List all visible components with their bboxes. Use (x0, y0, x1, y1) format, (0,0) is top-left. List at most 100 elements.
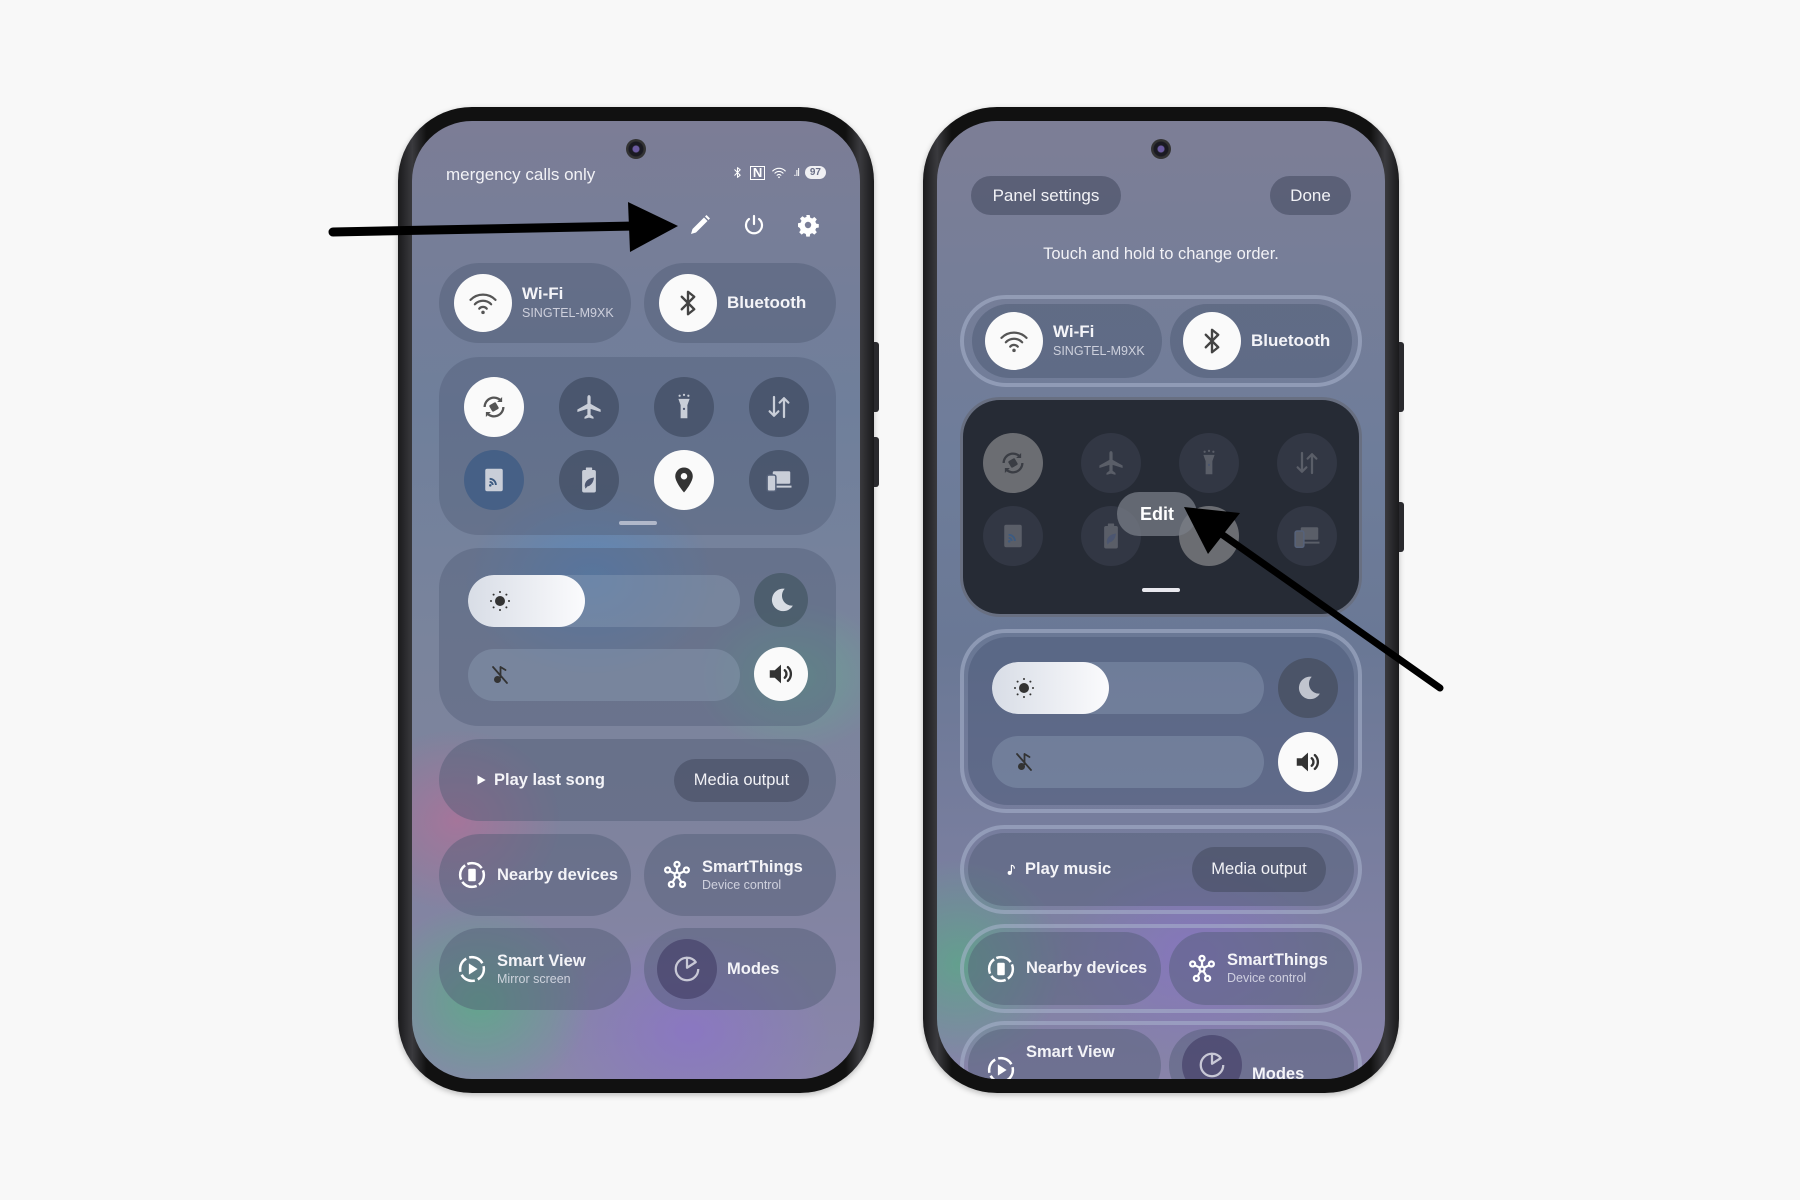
airplane-icon (574, 392, 604, 422)
expand-handle[interactable] (618, 521, 657, 525)
volume-button (1399, 342, 1404, 412)
quick-toggles-panel (439, 357, 836, 535)
smartthings-tile[interactable]: SmartThings Device control (1169, 932, 1354, 1005)
side-button (1399, 502, 1404, 552)
media-tile: Play last song Media output (439, 739, 836, 821)
bluetooth-tile[interactable]: Bluetooth (1170, 304, 1352, 378)
nearby-devices-tile[interactable]: Nearby devices (968, 932, 1161, 1005)
sound-mode-button[interactable] (754, 647, 808, 701)
modes-toggle[interactable] (657, 939, 717, 999)
battery-indicator: 97 (804, 166, 826, 179)
wifi-tile[interactable]: Wi-Fi SINGTEL-M9XK (972, 304, 1162, 378)
quick-toggles-panel-selected[interactable]: Edit (960, 397, 1362, 617)
volume-slider[interactable] (468, 649, 740, 701)
nearby-devices-tile[interactable]: Nearby devices (439, 834, 631, 916)
auto-rotate-icon (479, 392, 509, 422)
modes-label: Modes (727, 959, 780, 978)
wifi-tile[interactable]: Wi-Fi SINGTEL-M9XK (439, 263, 631, 343)
nfc-toggle[interactable] (464, 450, 524, 510)
modes-icon (1197, 1050, 1227, 1079)
bluetooth-label: Bluetooth (727, 292, 807, 312)
volume-slider[interactable] (992, 736, 1264, 788)
flashlight-toggle[interactable] (654, 377, 714, 437)
dark-mode-toggle[interactable] (754, 573, 808, 627)
smartthings-label: SmartThings (1227, 951, 1328, 970)
done-button[interactable]: Done (1270, 176, 1351, 215)
edit-pencil-icon[interactable] (688, 213, 712, 237)
expand-handle[interactable] (1142, 588, 1180, 592)
media-tile: Play music Media output (968, 833, 1354, 906)
edit-button[interactable]: Edit (1117, 492, 1197, 536)
location-toggle[interactable] (654, 450, 714, 510)
wifi-network-name: SINGTEL-M9XK (522, 305, 614, 320)
wifi-toggle[interactable] (985, 312, 1043, 370)
nfc-card-icon (998, 521, 1028, 551)
speaker-icon (1293, 747, 1323, 777)
smart-view-tile[interactable]: Smart View Mirror screen (439, 928, 631, 1010)
modes-icon (672, 954, 702, 984)
smartthings-tile[interactable]: SmartThings Device control (644, 834, 836, 916)
mobile-data-toggle[interactable] (1277, 433, 1337, 493)
wifi-toggle[interactable] (454, 274, 512, 332)
panel-settings-button[interactable]: Panel settings (971, 176, 1121, 215)
play-last-song[interactable]: Play last song (494, 771, 605, 790)
airplane-icon (1096, 448, 1126, 478)
music-note-icon (1005, 862, 1019, 878)
bluetooth-toggle[interactable] (1183, 312, 1241, 370)
mobile-data-toggle[interactable] (749, 377, 809, 437)
smart-view-tile[interactable]: Smart View (968, 1029, 1161, 1079)
sound-mode-button[interactable] (1278, 732, 1338, 792)
sliders-panel (439, 548, 836, 726)
auto-rotate-toggle[interactable] (464, 377, 524, 437)
flashlight-icon (669, 392, 699, 422)
carrier-status: mergency calls only (446, 165, 596, 184)
nearby-devices-icon (457, 860, 487, 890)
nearby-devices-label: Nearby devices (497, 865, 619, 884)
flashlight-toggle[interactable] (1179, 433, 1239, 493)
play-icon[interactable] (474, 773, 488, 787)
play-music[interactable]: Play music (1025, 860, 1111, 879)
bluetooth-tile[interactable]: Bluetooth (644, 263, 836, 343)
moon-icon (1293, 673, 1323, 703)
settings-gear-icon[interactable] (796, 213, 820, 237)
airplane-mode-toggle[interactable] (1081, 433, 1141, 493)
power-saving-toggle[interactable] (559, 450, 619, 510)
battery-leaf-icon (574, 465, 604, 495)
device-link-toggle[interactable] (749, 450, 809, 510)
airplane-mode-toggle[interactable] (559, 377, 619, 437)
status-icons: N .ıl 97 (731, 165, 826, 180)
flashlight-icon (1194, 448, 1224, 478)
signal-icon: .ıl (793, 166, 799, 179)
media-output-button[interactable]: Media output (1192, 847, 1326, 892)
annotation-layer (328, 202, 1444, 692)
moon-icon (766, 585, 796, 615)
brightness-slider[interactable] (468, 575, 740, 627)
modes-tile[interactable]: Modes (644, 928, 836, 1010)
brightness-fill (992, 662, 1109, 714)
sun-icon (488, 589, 512, 613)
header-actions (688, 213, 820, 237)
data-arrows-icon (764, 392, 794, 422)
modes-toggle[interactable] (1182, 1035, 1242, 1079)
bluetooth-label: Bluetooth (1251, 330, 1331, 350)
bluetooth-toggle[interactable] (659, 274, 717, 332)
wifi-icon (999, 326, 1029, 356)
reorder-hint: Touch and hold to change order. (1043, 245, 1279, 263)
smartthings-label: SmartThings (702, 857, 803, 876)
wifi-icon (771, 165, 787, 180)
auto-rotate-toggle[interactable] (983, 433, 1043, 493)
media-output-button[interactable]: Media output (674, 759, 809, 802)
modes-tile[interactable]: Modes (1169, 1029, 1354, 1079)
dark-mode-toggle[interactable] (1278, 658, 1338, 718)
power-icon[interactable] (742, 213, 766, 237)
brightness-slider[interactable] (992, 662, 1264, 714)
nfc-toggle[interactable] (983, 506, 1043, 566)
smart-view-sub: Mirror screen (497, 971, 571, 986)
speaker-icon (766, 659, 796, 689)
wifi-label: Wi-Fi (522, 284, 564, 304)
smartthings-icon (1187, 954, 1217, 984)
smart-view-icon (986, 1055, 1016, 1079)
nearby-devices-icon (986, 954, 1016, 984)
device-link-toggle[interactable] (1277, 506, 1337, 566)
smartthings-icon (662, 860, 692, 890)
